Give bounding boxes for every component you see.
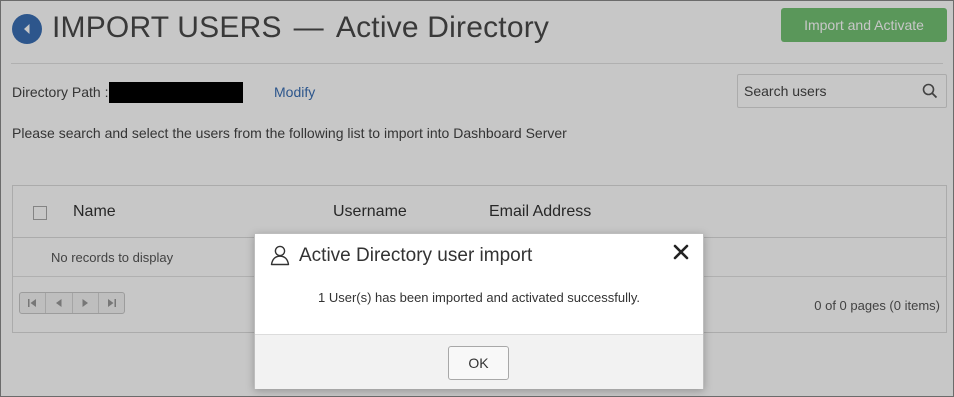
close-icon[interactable] xyxy=(671,242,691,262)
ok-button[interactable]: OK xyxy=(448,346,509,380)
import-result-dialog: Active Directory user import 1 User(s) h… xyxy=(254,233,704,389)
dialog-footer: OK xyxy=(255,334,703,389)
dialog-message: 1 User(s) has been imported and activate… xyxy=(317,290,641,305)
user-icon xyxy=(269,244,291,271)
dialog-title: Active Directory user import xyxy=(299,245,533,266)
